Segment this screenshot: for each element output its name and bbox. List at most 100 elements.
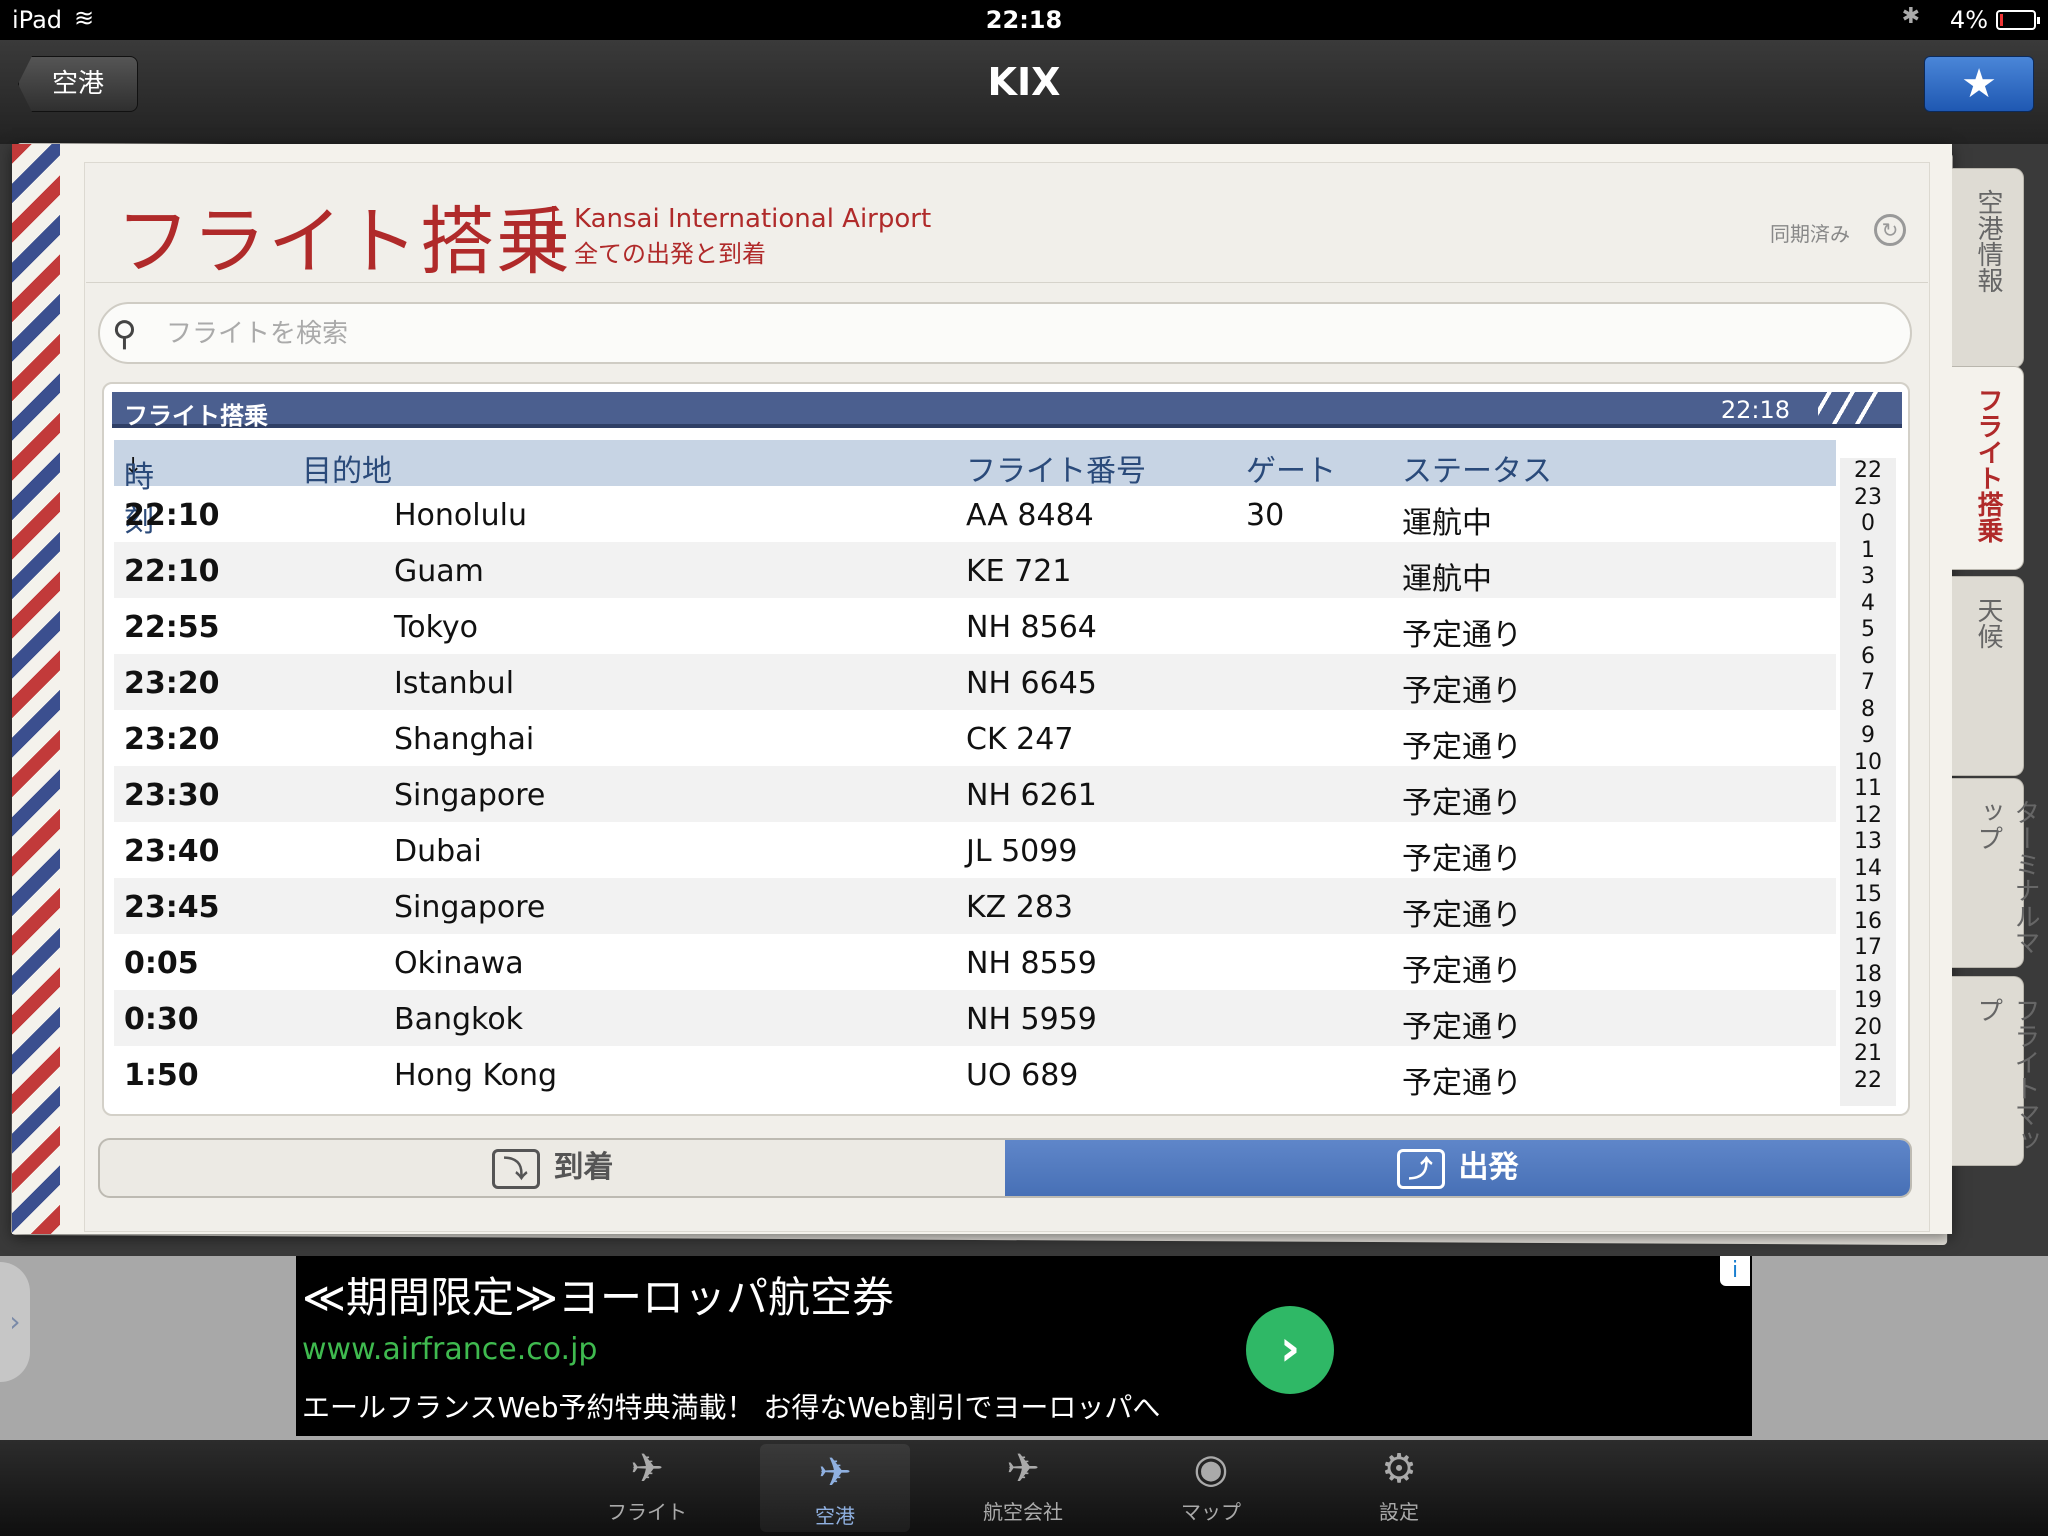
board-header: フライト搭乗 22:18 bbox=[112, 392, 1902, 430]
hour-index-item[interactable]: 15 bbox=[1840, 882, 1896, 909]
hour-index-item[interactable]: 18 bbox=[1840, 962, 1896, 989]
arrival-button[interactable]: ⤵ 到着 bbox=[100, 1140, 1005, 1196]
status-bar: iPad ≋ 22:18 ✱ 4% bbox=[0, 0, 2048, 40]
divider bbox=[86, 282, 1928, 283]
tab-flights[interactable]: ✈ フライト bbox=[572, 1440, 722, 1536]
hour-index-item[interactable]: 23 bbox=[1840, 485, 1896, 512]
tab-weather[interactable]: 天候 bbox=[1952, 576, 2024, 776]
tab-flight-boarding[interactable]: フライト搭乗 bbox=[1952, 366, 2024, 570]
airport-name: Kansai International Airport bbox=[574, 204, 932, 234]
page-title: KIX bbox=[987, 60, 1061, 104]
ad-go-button[interactable]: › bbox=[1246, 1306, 1334, 1394]
ad-banner[interactable]: ≪期間限定≫ヨーロッパ航空券 www.airfrance.co.jp エールフラ… bbox=[296, 1256, 1752, 1436]
flight-number: NH 6645 bbox=[966, 666, 1097, 701]
flight-row[interactable]: 22:10 Guam KE 721 運航中 bbox=[114, 542, 1836, 598]
tab-settings[interactable]: ⚙ 設定 bbox=[1324, 1440, 1474, 1536]
flight-row[interactable]: 23:45 Singapore KZ 283 予定通り bbox=[114, 878, 1836, 934]
flight-row[interactable]: 23:20 Istanbul NH 6645 予定通り bbox=[114, 654, 1836, 710]
tab-map[interactable]: ◉ マップ bbox=[1136, 1440, 1286, 1536]
flight-number: KZ 283 bbox=[966, 890, 1074, 925]
flight-row[interactable]: 1:50 Hong Kong UO 689 予定通り bbox=[114, 1046, 1836, 1102]
hour-index-item[interactable]: 13 bbox=[1840, 829, 1896, 856]
tab-airport[interactable]: ✈ 空港 bbox=[760, 1444, 910, 1532]
map-icon: ◉ bbox=[1193, 1446, 1229, 1492]
hour-index-item[interactable]: 5 bbox=[1840, 617, 1896, 644]
flight-time: 22:10 bbox=[124, 554, 220, 589]
flight-time: 0:30 bbox=[124, 1002, 199, 1037]
hour-index-item[interactable]: 0 bbox=[1840, 511, 1896, 538]
title-divider bbox=[552, 206, 555, 258]
col-gate[interactable]: ゲート bbox=[1246, 446, 1336, 490]
departure-button[interactable]: ⤴ 出発 bbox=[1005, 1140, 1910, 1196]
flight-gate: 30 bbox=[1246, 498, 1285, 533]
flight-status: 予定通り bbox=[1402, 954, 1522, 989]
search-input[interactable] bbox=[166, 314, 1866, 354]
tab-flight-map[interactable]: フライトマップ bbox=[1952, 976, 2040, 1166]
hour-index-item[interactable]: 10 bbox=[1840, 750, 1896, 777]
hour-index-item[interactable]: 22 bbox=[1840, 458, 1896, 485]
hour-index-item[interactable]: 22 bbox=[1840, 1068, 1896, 1095]
tab-airlines[interactable]: ✈ 航空会社 bbox=[948, 1440, 1098, 1536]
hour-index-item[interactable]: 7 bbox=[1840, 670, 1896, 697]
flight-status: 予定通り bbox=[1402, 842, 1522, 877]
nav-bar: 空港 KIX ★ bbox=[0, 40, 2048, 144]
board-time: 22:18 bbox=[1720, 396, 1790, 424]
flight-destination: Singapore bbox=[394, 778, 546, 813]
flight-number: NH 8564 bbox=[966, 610, 1097, 645]
hour-index-item[interactable]: 19 bbox=[1840, 988, 1896, 1015]
ad-url[interactable]: www.airfrance.co.jp bbox=[302, 1332, 597, 1367]
flight-status: 予定通り bbox=[1402, 674, 1522, 709]
hour-index-item[interactable]: 6 bbox=[1840, 644, 1896, 671]
hour-index[interactable]: 22 23 0 1 3 4 5 6 7 8 9 10 11 12 13 14 15 16 17 18 19 20 21 22 bbox=[1840, 458, 1896, 1106]
flight-number: NH 6261 bbox=[966, 778, 1097, 813]
flight-status: 予定通り bbox=[1402, 786, 1522, 821]
favorite-button[interactable]: ★ bbox=[1924, 56, 2034, 112]
flight-status: 運航中 bbox=[1402, 562, 1492, 597]
hour-index-item[interactable]: 20 bbox=[1840, 1015, 1896, 1042]
col-flight[interactable]: フライト番号 bbox=[966, 446, 1146, 490]
search-icon: ⚲ bbox=[112, 314, 137, 354]
flight-number: NH 5959 bbox=[966, 1002, 1097, 1037]
hour-index-item[interactable]: 3 bbox=[1840, 564, 1896, 591]
tab-airport-info[interactable]: 空港情報 bbox=[1952, 168, 2024, 368]
landing-icon: ⤵ bbox=[491, 1148, 540, 1189]
column-header-row: 時刻 ↓ 目的地 フライト番号 ゲート ステータス bbox=[114, 440, 1836, 539]
col-status[interactable]: ステータス bbox=[1402, 446, 1552, 490]
hour-index-item[interactable]: 12 bbox=[1840, 803, 1896, 830]
clock: 22:18 bbox=[985, 6, 1063, 34]
flight-status: 予定通り bbox=[1402, 898, 1522, 933]
hour-index-item[interactable]: 16 bbox=[1840, 909, 1896, 936]
sync-status: 同期済み bbox=[1770, 222, 1850, 246]
flight-time: 23:20 bbox=[124, 666, 220, 701]
flight-row[interactable]: 0:05 Okinawa NH 8559 予定通り bbox=[114, 934, 1836, 990]
hour-index-item[interactable]: 14 bbox=[1840, 856, 1896, 883]
tab-terminal-map[interactable]: ターミナルマップ bbox=[1952, 778, 2040, 968]
col-destination[interactable]: 目的地 bbox=[302, 446, 392, 490]
ad-info-icon[interactable]: i bbox=[1720, 1256, 1750, 1286]
col-time[interactable]: 時刻 ↓ bbox=[124, 446, 154, 539]
flight-status: 予定通り bbox=[1402, 1066, 1522, 1101]
flight-status: 予定通り bbox=[1402, 618, 1522, 653]
flight-row[interactable]: 22:10 Honolulu AA 8484 30 運航中 bbox=[114, 486, 1836, 542]
tab-bar: ✈ フライト ✈ 空港 ✈ 航空会社 ◉ マップ ⚙ 設定 bbox=[0, 1440, 2048, 1536]
flight-row[interactable]: 23:40 Dubai JL 5099 予定通り bbox=[114, 822, 1836, 878]
hour-index-item[interactable]: 21 bbox=[1840, 1041, 1896, 1068]
hour-index-item[interactable]: 8 bbox=[1840, 697, 1896, 724]
hour-index-item[interactable]: 1 bbox=[1840, 538, 1896, 565]
hour-index-item[interactable]: 4 bbox=[1840, 591, 1896, 618]
flight-row[interactable]: 23:20 Shanghai CK 247 予定通り bbox=[114, 710, 1836, 766]
flight-destination: Bangkok bbox=[394, 1002, 524, 1037]
ad-expand-handle[interactable]: › bbox=[0, 1262, 30, 1382]
hour-index-item[interactable]: 9 bbox=[1840, 723, 1896, 750]
flight-row[interactable]: 0:30 Bangkok NH 5959 予定通り bbox=[114, 990, 1836, 1046]
airmail-stripes bbox=[12, 144, 60, 1234]
flight-time: 22:55 bbox=[124, 610, 220, 645]
flight-destination: Tokyo bbox=[394, 610, 478, 645]
hour-index-item[interactable]: 17 bbox=[1840, 935, 1896, 962]
sync-icon[interactable]: ↻ bbox=[1874, 214, 1906, 246]
battery-icon bbox=[1996, 10, 2040, 30]
flight-row[interactable]: 22:55 Tokyo NH 8564 予定通り bbox=[114, 598, 1836, 654]
hour-index-item[interactable]: 11 bbox=[1840, 776, 1896, 803]
flight-number: KE 721 bbox=[966, 554, 1072, 589]
flight-row[interactable]: 23:30 Singapore NH 6261 予定通り bbox=[114, 766, 1836, 822]
